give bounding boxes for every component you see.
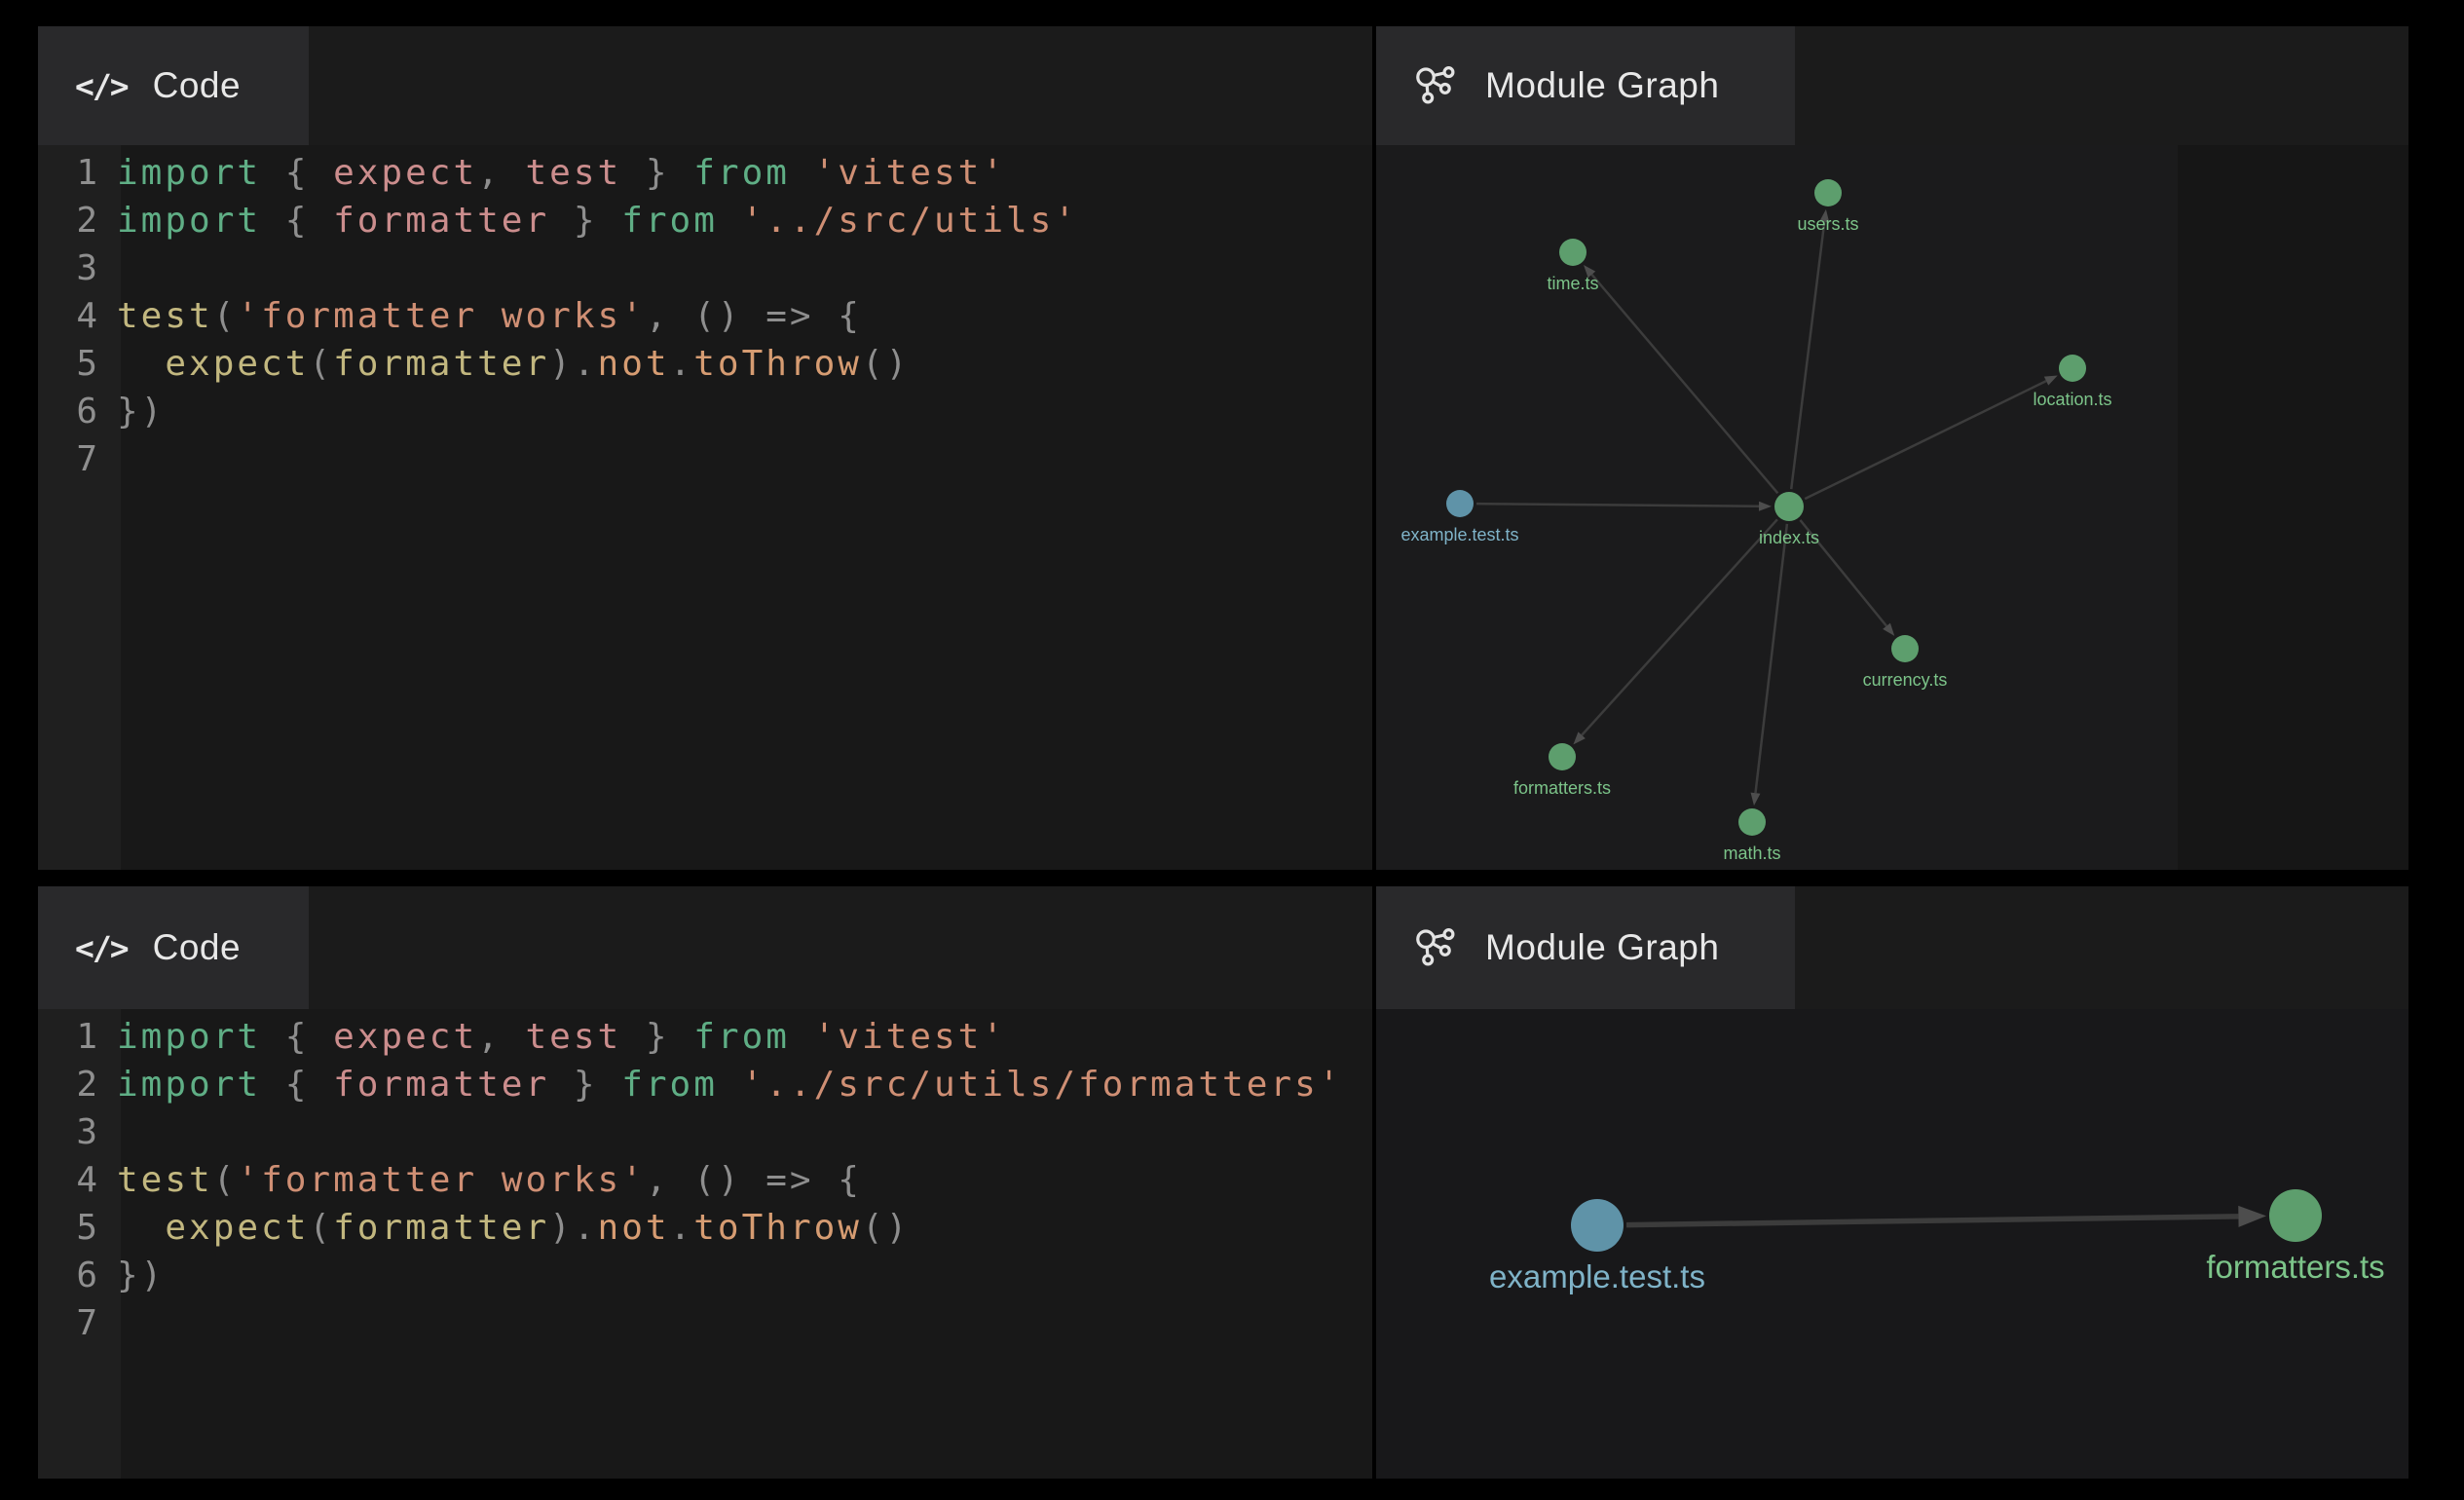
code-text: expect(formatter).not.toThrow() [117,1204,910,1252]
graph-node-currency[interactable] [1891,635,1919,662]
code-line: 2 import { formatter } from '../src/utils… [38,1061,1372,1108]
graph-node-formatters[interactable] [1549,743,1576,770]
line-number: 7 [38,435,100,483]
code-line: 3 [38,244,1372,292]
code-icon: </> [75,929,128,967]
module-graph-icon [1413,926,1460,969]
code-text: import { expect, test } from 'vitest' [117,1013,1006,1061]
line-number: 6 [38,388,100,435]
line-number: 3 [38,1108,100,1156]
graph-node-label-math: math.ts [1723,844,1780,863]
line-number: 5 [38,340,100,388]
line-number: 7 [38,1299,100,1347]
module-graph-canvas[interactable]: users.ts time.ts location.ts example.test.t… [1376,145,2408,870]
graph-node-math[interactable] [1738,808,1766,836]
line-number: 4 [38,292,100,340]
graph-node-label-formatters: formatters.ts [2206,1249,2384,1285]
graph-node-location[interactable] [2059,355,2086,382]
tab-code[interactable]: </> Code [38,886,309,1009]
code-line: 3 [38,1108,1372,1156]
graph-node-label-formatters: formatters.ts [1513,778,1611,798]
graph-edge-index-formatters [1582,519,1777,734]
tab-module-graph[interactable]: Module Graph [1376,886,1795,1009]
line-number: 2 [38,197,100,244]
code-line: 6}) [38,388,1372,435]
vitest-ui-window: </> Code Module Graph [0,0,2464,1500]
graph-edge-index-time [1591,275,1777,493]
module-graph-canvas[interactable]: example.test.ts formatters.ts [1376,1009,2408,1479]
graph-edge-example-index [1476,504,1759,506]
code-line: 5 expect(formatter).not.toThrow() [38,1204,1372,1252]
code-editor[interactable]: 1 import { expect, test } from 'vitest' 2i… [38,145,1372,870]
graph-node-label-index: index.ts [1759,528,1819,547]
graph-edge-index-location [1805,381,2046,499]
graph-node-example[interactable] [1446,490,1474,517]
code-text: import { formatter } from '../src/utils' [117,197,1078,244]
code-line: 1 import { expect, test } from 'vitest' [38,149,1372,197]
graph-edge-arrowhead [1751,793,1761,806]
code-text: test('formatter works', () => { [117,292,862,340]
code-line: 7 [38,435,1372,483]
graph-edge-index-math [1755,524,1786,793]
tab-module-graph-label: Module Graph [1485,927,1719,968]
code-text: expect(formatter).not.toThrow() [117,340,910,388]
code-text: import { expect, test } from 'vitest' [117,149,1006,197]
graph-node-time[interactable] [1559,239,1587,266]
tab-code-label: Code [153,927,241,968]
module-graph-panel-header: Module Graph [1376,26,2408,145]
code-panel-header: </> Code [38,26,1372,145]
code-line: 2 import { formatter } from '../src/utils… [38,197,1372,244]
code-icon: </> [75,67,128,105]
code-editor[interactable]: 1 import { expect, test } from 'vitest' 2i… [38,1009,1372,1479]
graph-node-example[interactable] [1571,1199,1624,1252]
code-text: import { formatter } from '../src/utils/… [117,1061,1342,1108]
line-number: 1 [38,1013,100,1061]
tab-module-graph-label: Module Graph [1485,65,1719,106]
code-line: 6}) [38,1252,1372,1299]
graph-node-label-example: example.test.ts [1489,1258,1705,1294]
graph-node-label-location: location.ts [2033,390,2111,409]
tab-module-graph[interactable]: Module Graph [1376,26,1795,145]
tab-code[interactable]: </> Code [38,26,309,145]
graph-node-index[interactable] [1774,492,1804,521]
graph-node-formatters[interactable] [2269,1189,2322,1242]
code-line: 7 [38,1299,1372,1347]
line-number: 6 [38,1252,100,1299]
graph-node-label-example: example.test.ts [1400,525,1518,544]
module-graph-svg[interactable]: example.test.ts formatters.ts [1376,1009,2408,1479]
graph-edge-arrowhead [2238,1206,2266,1227]
code-line: 4 test('formatter works', () => { [38,1156,1372,1204]
code-text: }) [117,1252,165,1299]
code-line: 1 import { expect, test } from 'vitest' [38,1013,1372,1061]
code-text: test('formatter works', () => { [117,1156,862,1204]
line-number: 2 [38,1061,100,1108]
graph-edge-arrowhead [1759,502,1772,511]
line-number: 4 [38,1156,100,1204]
code-text: }) [117,388,165,435]
module-graph-svg[interactable]: users.ts time.ts location.ts example.test.t… [1376,145,2408,870]
line-number: 1 [38,149,100,197]
module-graph-icon [1413,64,1460,107]
code-line: 4 test('formatter works', () => { [38,292,1372,340]
graph-edge-arrowhead [2044,375,2058,385]
graph-edge-index-users [1791,222,1824,489]
graph-node-label-users: users.ts [1797,214,1858,234]
line-number: 3 [38,244,100,292]
tab-code-label: Code [153,65,241,106]
code-panel-header: </> Code [38,886,1372,1009]
graph-node-label-currency: currency.ts [1863,670,1948,690]
module-graph-panel-header: Module Graph [1376,886,2408,1009]
graph-node-label-time: time.ts [1547,274,1598,293]
code-line: 5 expect(formatter).not.toThrow() [38,340,1372,388]
graph-edge-example-formatters [1626,1217,2238,1225]
line-number: 5 [38,1204,100,1252]
graph-node-users[interactable] [1814,179,1842,206]
